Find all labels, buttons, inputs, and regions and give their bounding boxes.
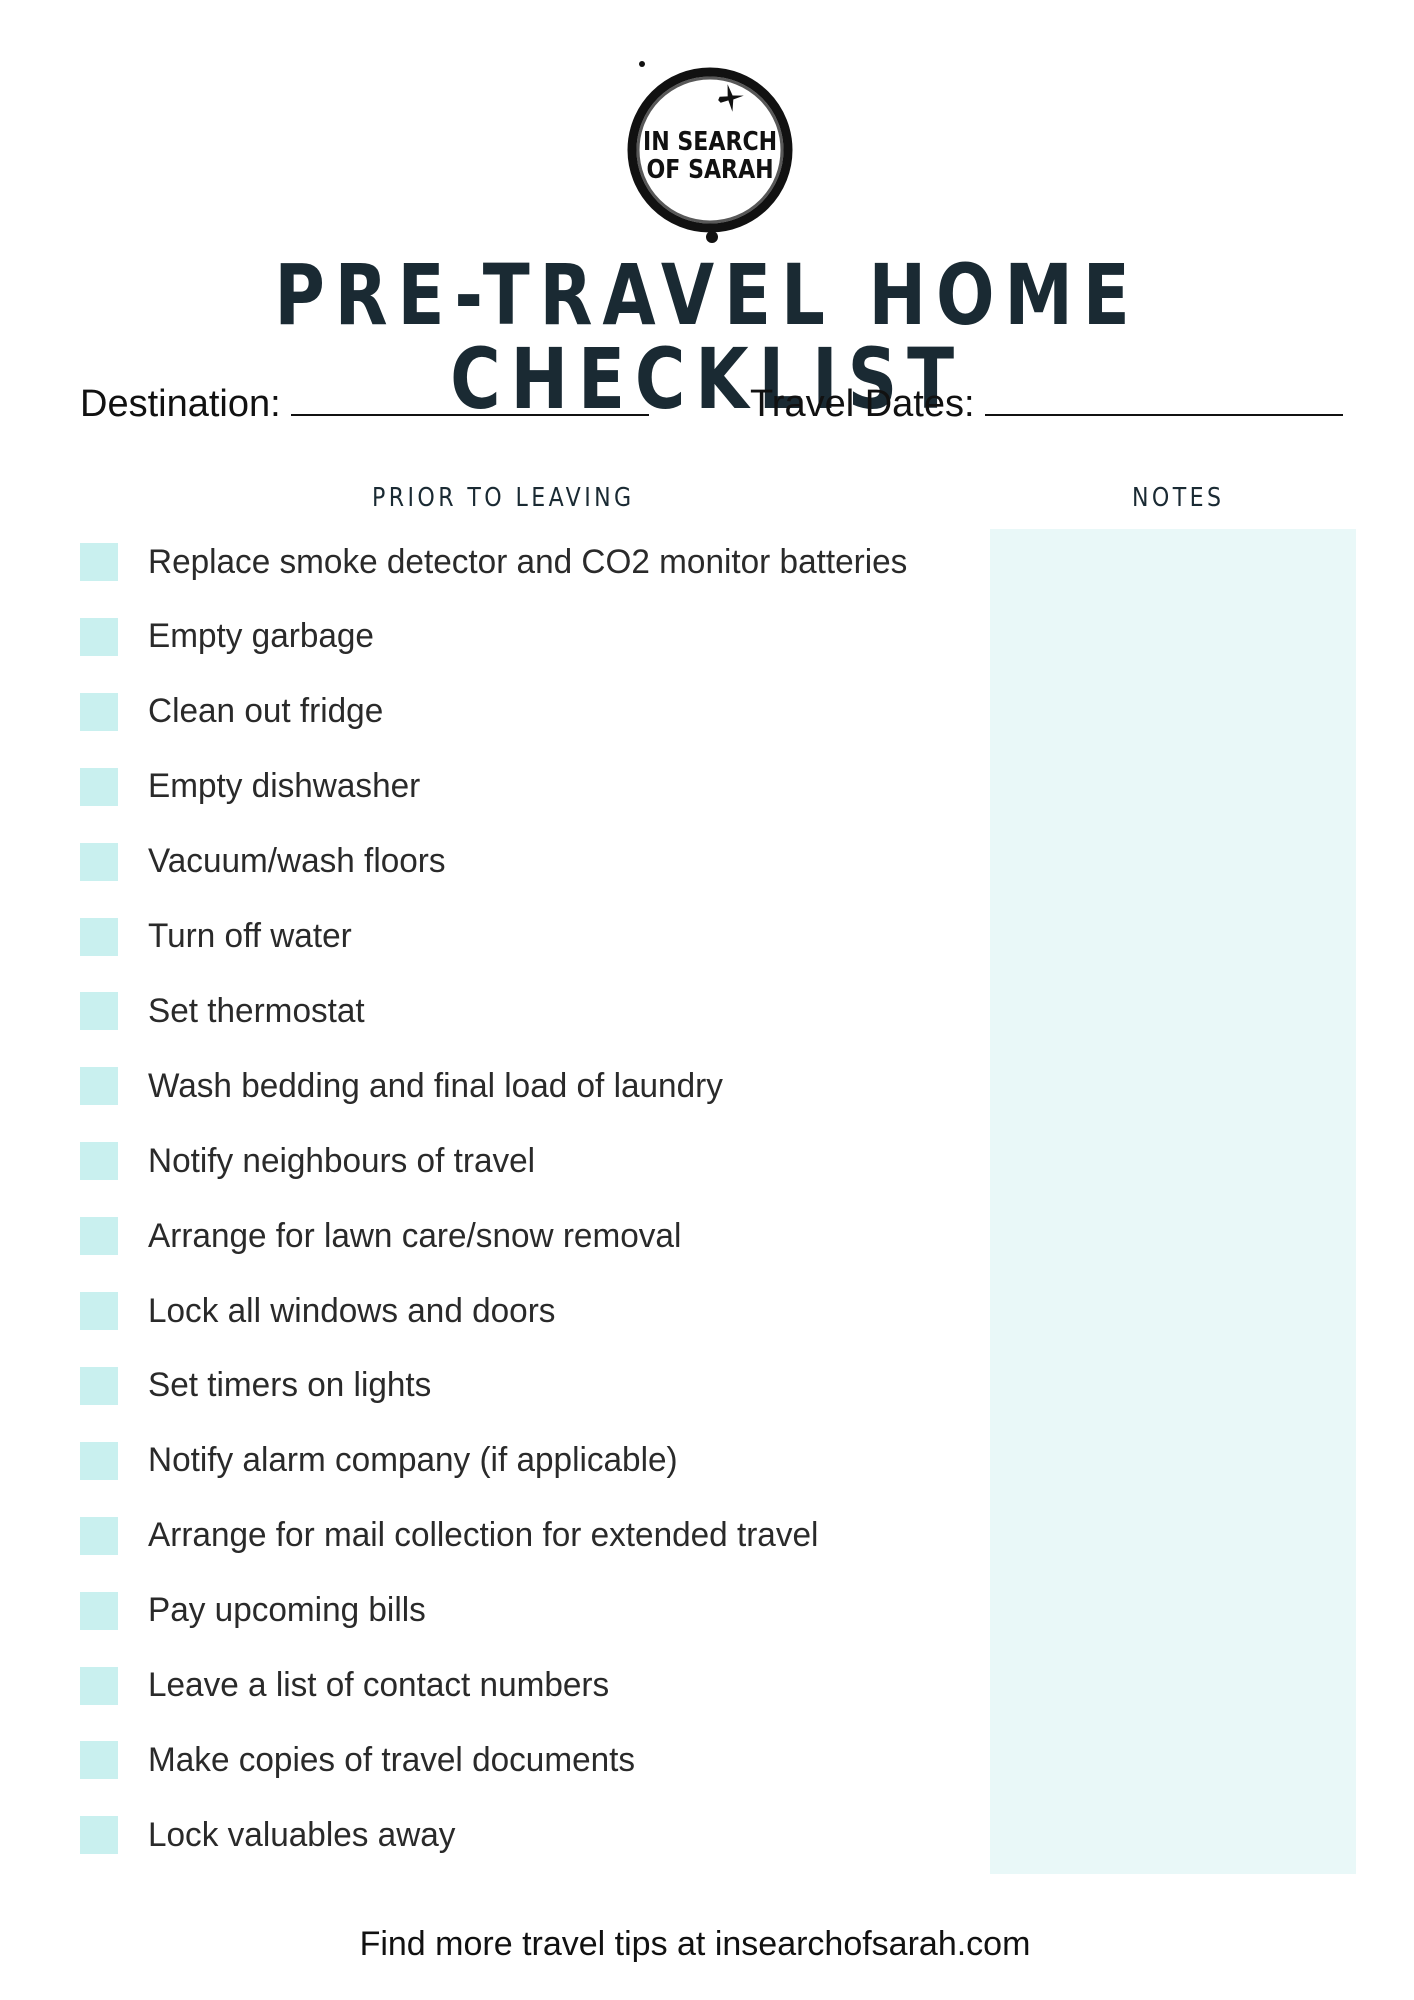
checklist-item: Set timers on lights	[80, 1364, 437, 1408]
prior-to-leaving-heading: PRIOR TO LEAVING	[372, 483, 635, 513]
checklist-item-label: Lock all windows and doors	[148, 1291, 556, 1330]
checklist-item-label: Clean out fridge	[148, 692, 384, 731]
destination-input[interactable]	[290, 378, 649, 416]
checklist-item: Replace smoke detector and CO2 monitor b…	[80, 540, 923, 584]
checklist-item: Wash bedding and final load of laundry	[80, 1064, 735, 1108]
checklist-item-label: Replace smoke detector and CO2 monitor b…	[148, 542, 908, 581]
checkbox[interactable]	[80, 1591, 118, 1630]
checkbox[interactable]	[80, 1516, 118, 1555]
checkbox[interactable]	[80, 917, 118, 956]
checkbox[interactable]	[80, 842, 118, 881]
checkbox[interactable]	[80, 767, 118, 806]
checkbox[interactable]	[80, 1666, 118, 1705]
checklist-item-label: Wash bedding and final load of laundry	[148, 1066, 723, 1105]
checkbox[interactable]	[80, 692, 118, 731]
checklist-item-label: Notify alarm company (if applicable)	[148, 1441, 678, 1480]
checkbox[interactable]	[80, 543, 118, 581]
checklist-item: Arrange for lawn care/snow removal	[80, 1214, 692, 1258]
checklist-item: Arrange for mail collection for extended…	[80, 1514, 832, 1558]
checklist-item: Lock valuables away	[80, 1813, 462, 1857]
checkbox[interactable]	[80, 1441, 118, 1480]
destination-label: Destination:	[80, 383, 281, 425]
checklist-item-label: Set timers on lights	[148, 1366, 432, 1405]
checklist-item: Empty dishwasher	[80, 765, 426, 809]
checklist-item: Notify alarm company (if applicable)	[80, 1439, 688, 1483]
checkbox[interactable]	[80, 1366, 118, 1405]
checkbox[interactable]	[80, 992, 118, 1031]
checklist-item: Set thermostat	[80, 989, 369, 1033]
checklist-item: Vacuum/wash floors	[80, 840, 452, 884]
checkbox[interactable]	[80, 1741, 118, 1780]
notes-area[interactable]	[990, 529, 1356, 1874]
travel-dates-field: Travel Dates:	[750, 378, 1343, 426]
checkbox[interactable]	[80, 617, 118, 656]
logo-text-line1: IN SEARCH	[643, 126, 777, 156]
checklist-item: Empty garbage	[80, 615, 379, 659]
checkbox[interactable]	[80, 1292, 118, 1330]
checklist-item-label: Lock valuables away	[148, 1815, 456, 1854]
checkbox[interactable]	[80, 1067, 118, 1106]
logo-text-line2: OF SARAH	[647, 154, 774, 184]
footer-text: Find more travel tips at insearchofsarah…	[359, 1925, 1031, 1963]
travel-dates-label: Travel Dates:	[750, 383, 975, 425]
checkbox[interactable]	[80, 1816, 118, 1855]
checklist-item-label: Leave a list of contact numbers	[148, 1666, 610, 1704]
checklist-item: Clean out fridge	[80, 690, 388, 734]
checklist-item-label: Vacuum/wash floors	[148, 842, 446, 881]
checklist-item-label: Empty dishwasher	[148, 767, 421, 806]
checklist-item-label: Arrange for lawn care/snow removal	[148, 1216, 682, 1255]
checklist-item: Leave a list of contact numbers	[80, 1664, 619, 1708]
checklist-item: Make copies of travel documents	[80, 1738, 645, 1782]
travel-dates-input[interactable]	[984, 378, 1343, 416]
checklist-item-label: Arrange for mail collection for extended…	[148, 1516, 819, 1555]
checklist-item-label: Set thermostat	[148, 991, 365, 1030]
checklist-item-label: Turn off water	[148, 917, 352, 955]
checklist-item-label: Pay upcoming bills	[148, 1591, 426, 1630]
checklist-item-label: Notify neighbours of travel	[148, 1141, 536, 1180]
logo: IN SEARCH OF SARAH	[620, 50, 800, 250]
checklist-item: Lock all windows and doors	[80, 1289, 564, 1333]
destination-field: Destination:	[80, 378, 649, 426]
checklist-item: Pay upcoming bills	[80, 1589, 431, 1633]
logo-graphic: IN SEARCH OF SARAH	[627, 61, 793, 243]
checklist-item: Notify neighbours of travel	[80, 1139, 543, 1183]
checklist-item-label: Make copies of travel documents	[148, 1740, 636, 1779]
checklist-item: Turn off water	[80, 915, 356, 959]
notes-heading: NOTES	[1132, 483, 1225, 513]
checklist-item-label: Empty garbage	[148, 617, 374, 656]
checkbox[interactable]	[80, 1217, 118, 1256]
checkbox[interactable]	[80, 1142, 118, 1181]
